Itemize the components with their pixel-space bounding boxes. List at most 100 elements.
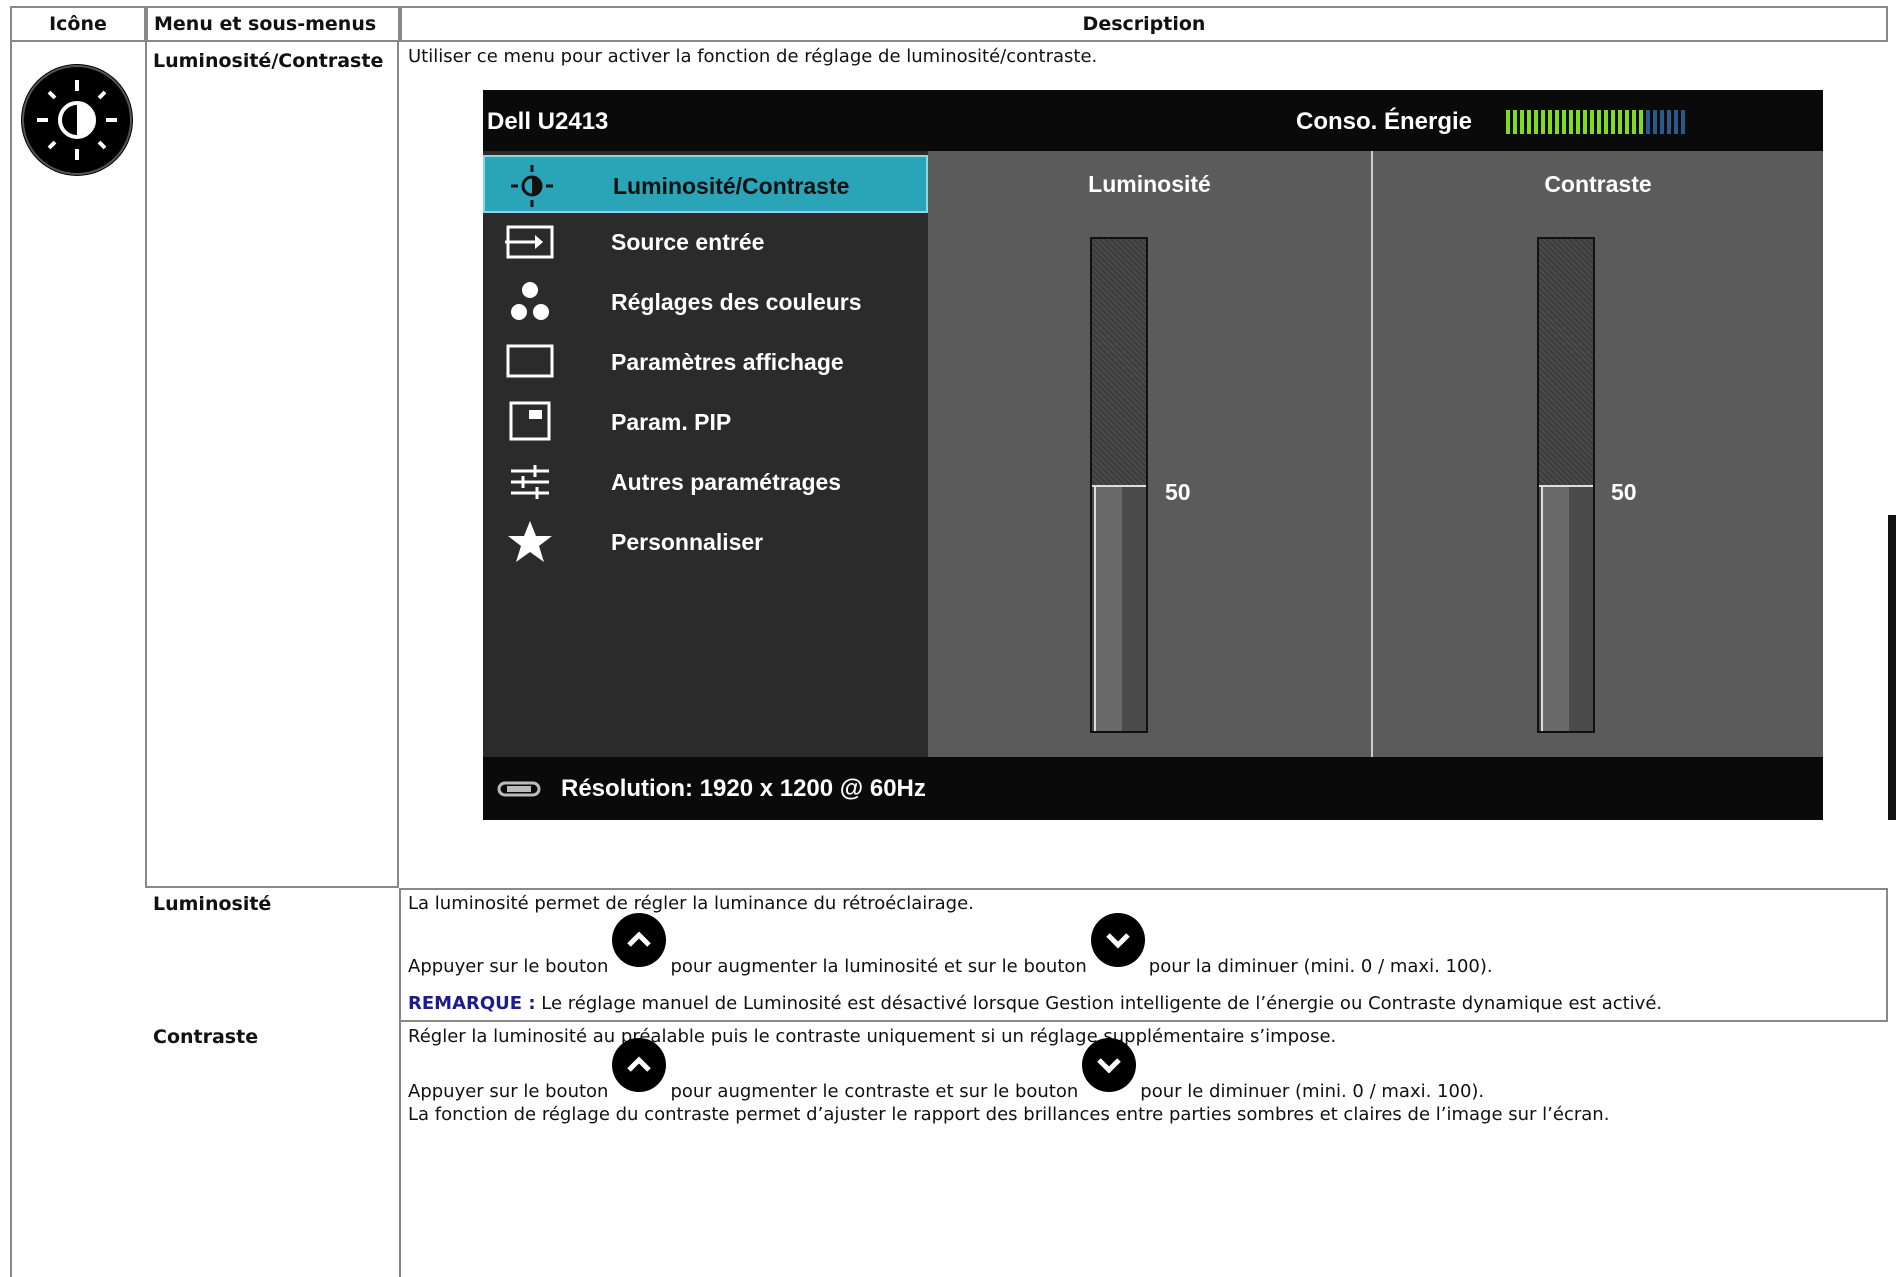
menu-luminosite: Luminosité [153,893,272,915]
input-plug-icon [497,780,541,803]
energy-bar-segment [1590,110,1594,134]
brightness-slider[interactable] [1090,237,1148,733]
pip-icon [505,399,555,445]
osd-menu-item-colors[interactable]: Réglages des couleurs [483,273,928,331]
note-text: Le réglage manuel de Luminosité est désa… [541,993,1663,1014]
contraste-line1: Régler la luminosité au préalable puis l… [408,1026,1337,1047]
energy-bar-segment [1513,110,1517,134]
osd-menu: Luminosité/Contraste Source entrée Régla… [483,151,928,757]
energy-bar-segment [1681,110,1685,134]
energy-bar-segment [1576,110,1580,134]
energy-bar-segment [1625,110,1629,134]
header-description: Description [400,6,1888,42]
osd-menu-label: Personnaliser [611,529,764,555]
chevron-down-icon [1097,1058,1122,1074]
table-border [1886,888,1888,1022]
energy-bar-segment [1618,110,1622,134]
table-border [145,42,147,888]
osd-contrast-panel: Contraste 50 [1373,151,1823,757]
note-label: REMARQUE : [408,993,536,1014]
menu-luminosite-contraste: Luminosité/Contraste [153,50,384,72]
luminosite-line2-b: pour augmenter la luminosité et sur le b… [670,956,1087,977]
lumcon-description: Utiliser ce menu pour activer la fonctio… [408,46,1098,67]
header-icon: Icône [10,6,146,42]
chevron-up-icon [627,931,652,947]
osd-top-bar: Dell U2413 Conso. Énergie [483,90,1823,151]
up-button[interactable] [612,1038,667,1092]
osd-menu-item-source[interactable]: Source entrée [483,213,928,271]
down-button[interactable] [1090,913,1145,967]
osd-menu-label: Luminosité/Contraste [613,173,850,199]
header-description-label: Description [1082,13,1206,35]
luminosite-line2: Appuyer sur le bouton pour augmenter la … [408,913,1493,977]
osd-menu-label: Paramètres affichage [611,349,844,375]
energy-bar-segment [1541,110,1545,134]
contrast-slider-fill [1539,485,1593,731]
energy-meter [1506,110,1685,134]
energy-bar-segment [1562,110,1566,134]
chevron-down-icon [1106,933,1130,949]
osd-screenshot: Dell U2413 Conso. Énergie Luminosité/Con… [483,90,1823,820]
header-menu: Menu et sous-menus [146,6,400,42]
energy-bar-segment [1597,110,1601,134]
brightness-slider-fill [1092,485,1146,731]
osd-menu-item-brightness-contrast[interactable]: Luminosité/Contraste [483,155,928,213]
energy-bar-segment [1548,110,1552,134]
energy-bar-segment [1653,110,1657,134]
osd-menu-item-personalize[interactable]: Personnaliser [483,513,928,571]
header-menu-label: Menu et sous-menus [154,13,377,35]
contraste-line2-c: pour le diminuer (mini. 0 / maxi. 100). [1140,1081,1485,1102]
brightness-icon [507,163,557,209]
energy-bar-segment [1674,110,1678,134]
brightness-value: 50 [1165,479,1191,505]
energy-bar-segment [1632,110,1636,134]
energy-bar-segment [1611,110,1615,134]
input-source-icon [505,219,555,265]
color-dots-icon [505,279,555,325]
osd-contrast-title: Contraste [1544,171,1652,197]
energy-bar-segment [1569,110,1573,134]
energy-bar-segment [1527,110,1531,134]
osd-menu-label: Autres paramétrages [611,469,842,495]
osd-resolution: Résolution: 1920 x 1200 @ 60Hz [561,775,926,802]
table-border [10,42,12,1277]
osd-menu-label: Réglages des couleurs [611,289,862,315]
menu-contraste: Contraste [153,1026,259,1048]
energy-bar-segment [1660,110,1664,134]
osd-menu-label: Param. PIP [611,409,732,435]
luminosite-note: REMARQUE : Le réglage manuel de Luminosi… [408,993,1662,1014]
osd-energy-label: Conso. Énergie [1296,108,1473,135]
table-border [145,886,399,888]
contraste-line2-b: pour augmenter le contraste et sur le bo… [670,1081,1079,1102]
brightness-contrast-icon [20,63,134,177]
osd-brightness-title: Luminosité [1088,171,1211,197]
table-border [399,1020,1888,1022]
osd-menu-item-other[interactable]: Autres paramétrages [483,453,928,511]
energy-bar-segment [1520,110,1524,134]
sliders-icon [505,459,555,505]
osd-bottom-bar: Résolution: 1920 x 1200 @ 60Hz [483,757,1823,820]
contrast-slider[interactable] [1537,237,1595,733]
star-icon [505,519,555,565]
contrast-value: 50 [1611,479,1637,505]
osd-menu-item-pip[interactable]: Param. PIP [483,393,928,451]
energy-bar-segment [1555,110,1559,134]
energy-bar-segment [1667,110,1671,134]
table-border [397,42,399,888]
header-icon-label: Icône [49,13,107,35]
contraste-line3: La fonction de réglage du contraste perm… [408,1104,1610,1125]
table-border [399,888,401,1277]
osd-brightness-panel: Luminosité 50 [928,151,1373,757]
display-rect-icon [505,339,555,385]
energy-bar-segment [1646,110,1650,134]
scrollbar-track[interactable] [1888,515,1896,820]
energy-bar-segment [1604,110,1608,134]
chevron-up-icon [627,1056,652,1072]
down-button[interactable] [1082,1038,1137,1092]
up-button[interactable] [612,913,667,967]
osd-menu-item-display[interactable]: Paramètres affichage [483,333,928,391]
osd-menu-label: Source entrée [611,229,765,255]
luminosite-line2-a: Appuyer sur le bouton [408,956,609,977]
osd-model: Dell U2413 [487,108,609,135]
energy-bar-segment [1534,110,1538,134]
